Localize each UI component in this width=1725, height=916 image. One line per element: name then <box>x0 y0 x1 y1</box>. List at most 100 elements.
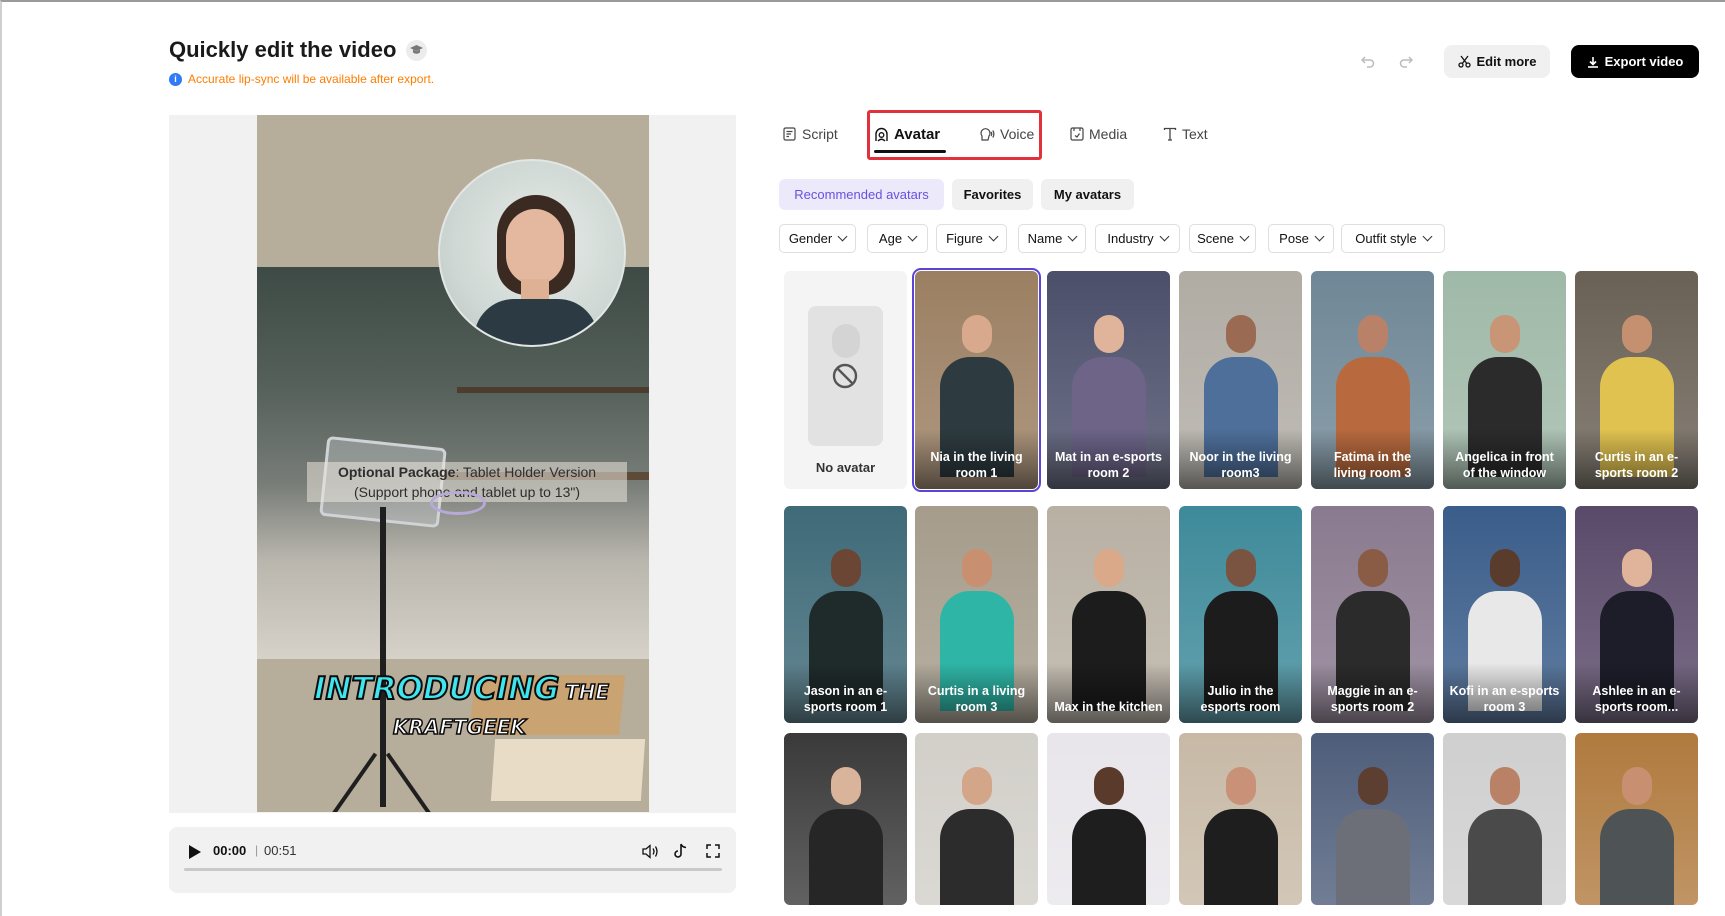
avatar-card[interactable] <box>1443 733 1566 905</box>
avatar-card[interactable]: Nia in the living room 1 <box>912 268 1041 492</box>
avatar-head <box>1093 767 1124 805</box>
avatar-torso <box>939 809 1014 905</box>
avatar-card[interactable] <box>784 733 907 905</box>
filter-label: Figure <box>946 231 983 246</box>
tiktok-icon[interactable] <box>670 841 690 861</box>
filter-age[interactable]: Age <box>867 224 928 253</box>
avatar-card-label: Curtis in an e-sports room 2 <box>1594 450 1679 480</box>
chevron-down-icon <box>1239 231 1250 242</box>
tab-media[interactable]: Media <box>1070 126 1127 142</box>
filter-pose[interactable]: Pose <box>1268 224 1334 253</box>
chevron-down-icon <box>1067 231 1078 242</box>
avatar-card-label: No avatar <box>815 460 876 475</box>
edit-more-button[interactable]: Edit more <box>1444 45 1550 78</box>
chevron-down-icon <box>1422 231 1433 242</box>
media-icon <box>1070 127 1084 141</box>
filter-name[interactable]: Name <box>1018 224 1086 253</box>
time-separator: | <box>255 843 259 857</box>
avatar-head <box>1357 315 1388 353</box>
avatar-card[interactable]: Fatima in the living room 3 <box>1311 271 1434 489</box>
avatar-card[interactable] <box>1047 733 1170 905</box>
avatar-head <box>961 767 992 805</box>
avatar-card[interactable] <box>1575 733 1698 905</box>
avatar-torso <box>1203 809 1278 905</box>
avatar-figure <box>1467 767 1542 905</box>
fullscreen-icon[interactable] <box>703 841 723 861</box>
tab-media-label: Media <box>1089 126 1128 142</box>
avatar-head <box>961 315 992 353</box>
video-frame[interactable]: Optional Package: Tablet Holder Version … <box>257 115 649 812</box>
product-box <box>490 739 646 801</box>
tab-script[interactable]: Script <box>783 126 838 142</box>
page-title: Quickly edit the video <box>169 37 397 62</box>
avatar-head <box>1621 549 1652 587</box>
progress-track[interactable] <box>184 868 722 871</box>
avatar-card-label: Nia in the living room 1 <box>930 450 1023 480</box>
avatar-head <box>1489 767 1520 805</box>
avatar-card[interactable]: Ashlee in an e-sports room... <box>1575 506 1698 723</box>
avatar-head <box>1357 767 1388 805</box>
filter-label: Industry <box>1107 231 1154 246</box>
chevron-down-icon <box>1314 231 1325 242</box>
avatar-card[interactable]: Jason in an e-sports room 1 <box>784 506 907 723</box>
avatar-card[interactable]: Julio in the esports room <box>1179 506 1302 723</box>
avatar-figure <box>1599 767 1674 905</box>
filter-label: Name <box>1027 231 1063 246</box>
avatar-card[interactable]: Angelica in front of the window <box>1443 271 1566 489</box>
chevron-down-icon <box>1159 231 1170 242</box>
avatar-figure <box>1071 767 1146 905</box>
avatar-card-label: Maggie in an e-sports room 2 <box>1327 684 1418 714</box>
tripod-leg <box>385 752 433 812</box>
volume-icon[interactable] <box>640 841 660 861</box>
avatar-card[interactable]: Curtis in a living room 3 <box>915 506 1038 723</box>
play-icon[interactable] <box>186 843 204 861</box>
avatar-card-label: Angelica in front of the window <box>1455 450 1554 480</box>
avatar-card-label: Curtis in a living room 3 <box>927 684 1026 714</box>
avatar-card[interactable] <box>1311 733 1434 905</box>
tab-recommended-avatars[interactable]: Recommended avatars <box>779 179 944 210</box>
filter-label: Age <box>878 231 903 246</box>
avatar-card[interactable] <box>915 733 1038 905</box>
avatar-head <box>1225 549 1256 587</box>
avatar-card-label: Jason in an e-sports room 1 <box>803 684 888 714</box>
filter-outfit-style[interactable]: Outfit style <box>1341 224 1445 253</box>
avatar-card-label: Max in the kitchen <box>1054 700 1163 714</box>
tutorial-icon[interactable] <box>406 40 427 61</box>
undo-icon[interactable] <box>1358 51 1378 71</box>
avatar-card[interactable]: Mat in an e-sports room 2 <box>1047 271 1170 489</box>
avatar-torso <box>808 809 883 905</box>
tripod-pole <box>380 507 386 807</box>
tab-text[interactable]: Text <box>1163 126 1208 142</box>
avatar-head <box>830 549 861 587</box>
tab-text-label: Text <box>1182 126 1208 142</box>
avatar-head <box>1093 315 1124 353</box>
avatar-card[interactable]: Curtis in an e-sports room 2 <box>1575 271 1698 489</box>
avatar-figure <box>1203 767 1278 905</box>
filter-scene[interactable]: Scene <box>1189 224 1256 253</box>
no-avatar-card[interactable]: No avatar <box>784 271 907 489</box>
avatar-card[interactable] <box>1179 733 1302 905</box>
chevron-down-icon <box>837 231 848 242</box>
avatar-figure <box>1335 767 1410 905</box>
lip-sync-notice: i Accurate lip-sync will be available af… <box>169 72 434 86</box>
avatar-head <box>1357 549 1388 587</box>
brand-text: KRAFTGEEK <box>392 714 526 740</box>
filter-industry[interactable]: Industry <box>1095 224 1180 253</box>
avatar-overlay[interactable] <box>438 159 626 347</box>
headline-text: INTRODUCING <box>313 670 560 708</box>
avatar-card-label: Ashlee in an e-sports room... <box>1592 684 1681 714</box>
avatar-head <box>1489 549 1520 587</box>
filter-label: Scene <box>1197 231 1234 246</box>
headline-the: THE <box>564 679 610 705</box>
filter-figure[interactable]: Figure <box>936 224 1007 253</box>
redo-icon[interactable] <box>1396 51 1416 71</box>
avatar-head <box>961 549 992 587</box>
avatar-card[interactable]: Noor in the living room3 <box>1179 271 1302 489</box>
avatar-card[interactable]: Maggie in an e-sports room 2 <box>1311 506 1434 723</box>
filter-gender[interactable]: Gender <box>779 224 856 253</box>
tab-my-avatars[interactable]: My avatars <box>1041 179 1134 210</box>
export-video-button[interactable]: Export video <box>1571 45 1699 78</box>
avatar-card[interactable]: Max in the kitchen <box>1047 506 1170 723</box>
avatar-card[interactable]: Kofi in an e-sports room 3 <box>1443 506 1566 723</box>
tab-favorites[interactable]: Favorites <box>952 179 1033 210</box>
